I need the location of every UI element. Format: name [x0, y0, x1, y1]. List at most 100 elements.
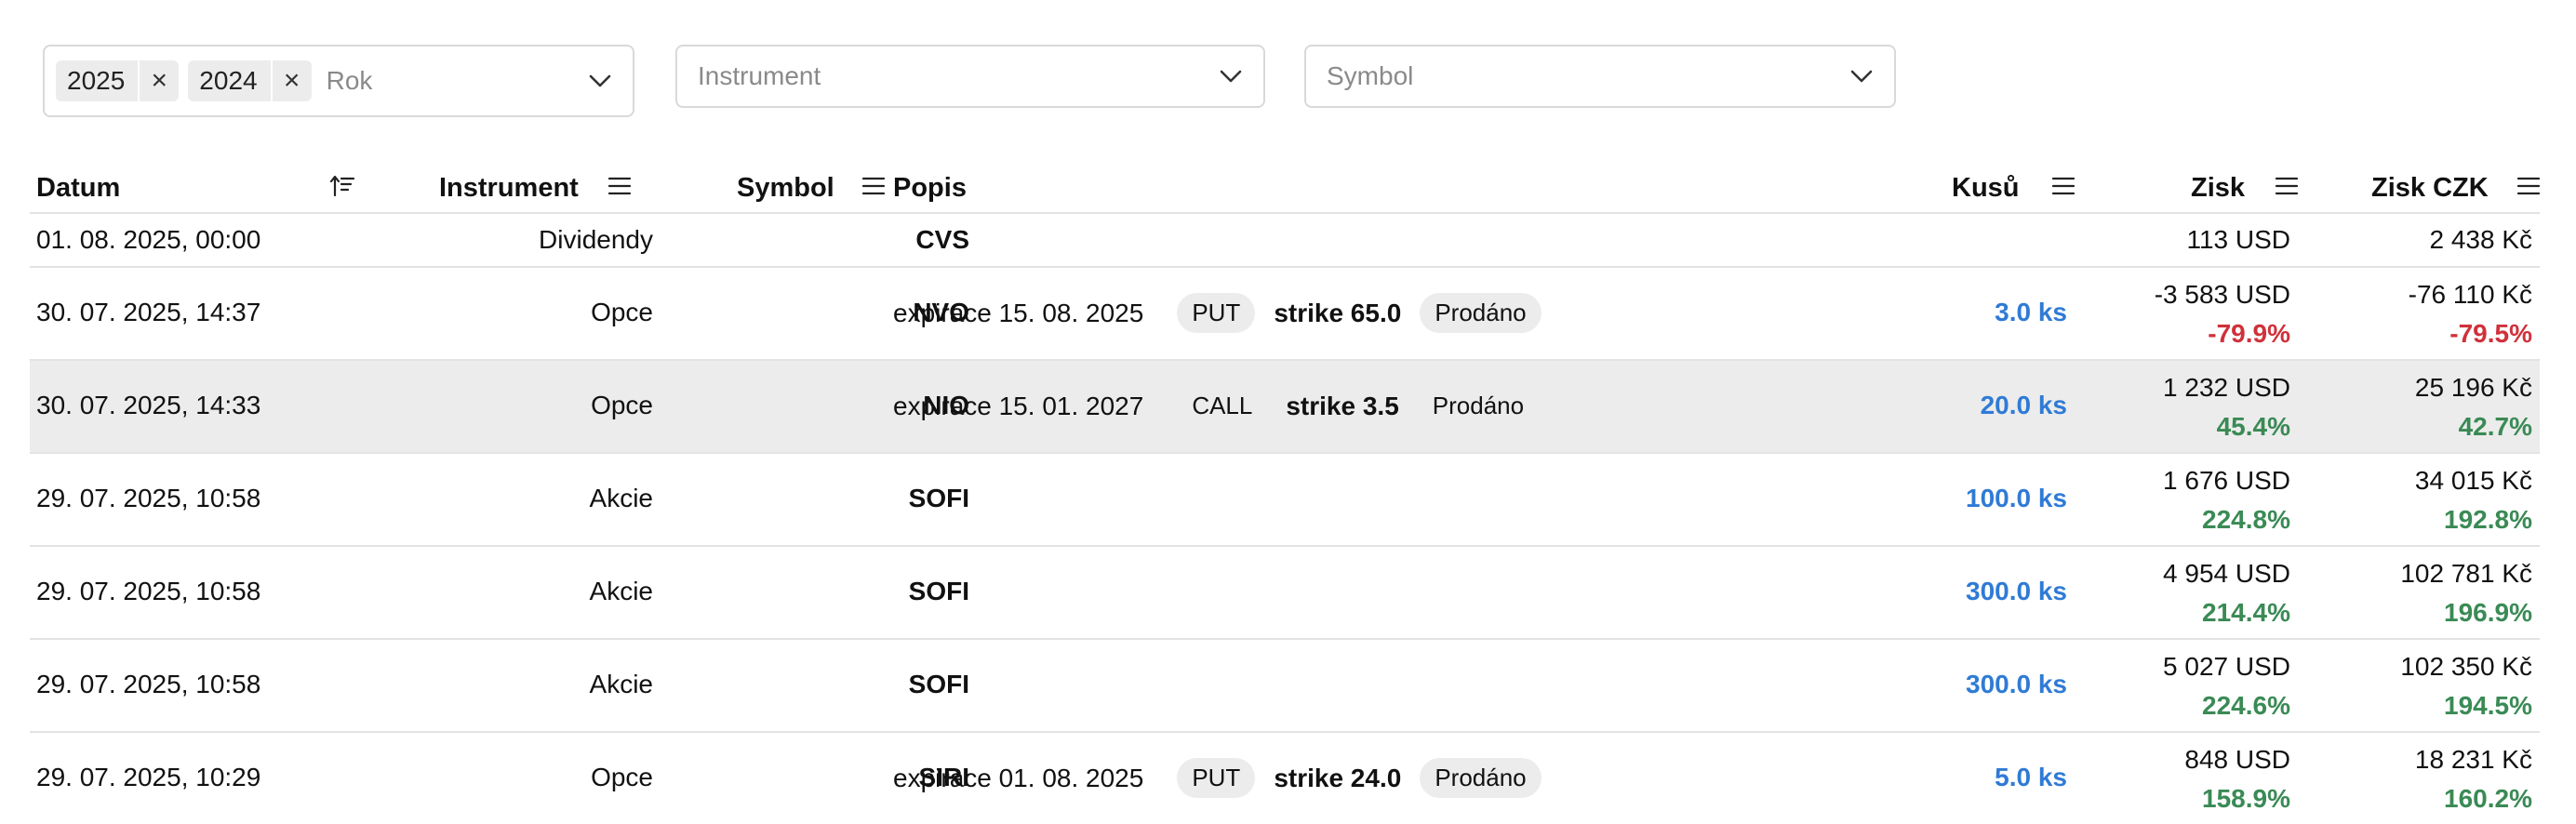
- table-row[interactable]: 30. 07. 2025, 14:33 Opce NIO expirace 15…: [30, 361, 2540, 454]
- cell-popis: expirace 15. 08. 2025 PUT strike 65.0 Pr…: [893, 293, 1560, 333]
- zisk-czk-percent: 160.2%: [2444, 784, 2532, 813]
- zisk-czk-percent: -79.5%: [2449, 319, 2532, 348]
- zisk-czk-percent: 196.9%: [2444, 598, 2532, 627]
- trades-table: Datum Instrument Symbol Popis Kusů Zisk …: [30, 156, 2542, 824]
- zisk-percent: -79.9%: [2208, 319, 2290, 348]
- zisk-czk-value: 34 015 Kč: [2414, 466, 2532, 495]
- cell-datum: 29. 07. 2025, 10:29: [36, 763, 261, 791]
- status-badge: Prodáno: [1420, 758, 1542, 798]
- zisk-percent: 224.6%: [2202, 691, 2290, 720]
- cell-zisk-czk: 25 196 Kč 42.7%: [2415, 368, 2532, 446]
- table-row[interactable]: 29. 07. 2025, 10:29 Opce SIRI expirace 0…: [30, 733, 2540, 824]
- cell-instrument: Akcie: [589, 670, 653, 698]
- year-filter-placeholder[interactable]: Rok: [321, 66, 567, 96]
- status-badge: Prodáno: [1417, 386, 1540, 426]
- zisk-percent: 45.4%: [2216, 412, 2290, 441]
- close-icon[interactable]: ×: [138, 60, 179, 101]
- zisk-value: 5 027 USD: [2163, 652, 2290, 681]
- cell-symbol: CVS: [915, 225, 969, 254]
- table-row[interactable]: 30. 07. 2025, 14:37 Opce NVO expirace 15…: [30, 268, 2540, 361]
- chevron-down-icon[interactable]: [567, 74, 633, 87]
- cell-kusu: 20.0 ks: [1980, 391, 2067, 419]
- cell-instrument: Opce: [591, 391, 653, 419]
- year-filter[interactable]: 2025 × 2024 × Rok: [43, 45, 634, 117]
- cell-zisk: 4 954 USD 214.4%: [2163, 554, 2290, 632]
- cell-zisk: 848 USD 158.9%: [2184, 740, 2290, 818]
- zisk-czk-value: 102 781 Kč: [2400, 559, 2532, 588]
- menu-icon[interactable]: [2050, 175, 2076, 197]
- cell-instrument: Akcie: [589, 484, 653, 512]
- symbol-filter[interactable]: Symbol: [1304, 45, 1896, 108]
- instrument-filter-placeholder[interactable]: Instrument: [698, 61, 1198, 91]
- column-header-symbol[interactable]: Symbol: [737, 173, 834, 204]
- cell-datum: 29. 07. 2025, 10:58: [36, 577, 261, 605]
- cell-instrument: Opce: [591, 298, 653, 326]
- zisk-czk-value: -76 110 Kč: [2408, 280, 2532, 309]
- sort-ascending-icon[interactable]: [329, 175, 355, 197]
- zisk-value: -3 583 USD: [2154, 280, 2290, 309]
- cell-kusu: 5.0 ks: [1995, 763, 2067, 791]
- year-chip-label: 2025: [67, 66, 126, 95]
- column-header-zisk[interactable]: Zisk: [2191, 173, 2245, 204]
- table-row[interactable]: 01. 08. 2025, 00:00 Dividendy CVS 113 US…: [30, 214, 2540, 268]
- cell-zisk-czk: 2 438 Kč: [2429, 225, 2532, 254]
- zisk-value: 848 USD: [2184, 745, 2290, 774]
- column-header-datum[interactable]: Datum: [36, 173, 120, 204]
- option-type-badge: PUT: [1177, 293, 1256, 333]
- option-type-badge: PUT: [1177, 758, 1256, 798]
- cell-kusu: 3.0 ks: [1995, 298, 2067, 326]
- expiration-text: expirace 01. 08. 2025: [893, 763, 1144, 792]
- cell-instrument: Akcie: [589, 577, 653, 605]
- cell-zisk: 1 232 USD 45.4%: [2163, 368, 2290, 446]
- cell-datum: 29. 07. 2025, 10:58: [36, 484, 261, 512]
- cell-zisk-czk: 102 350 Kč 194.5%: [2400, 647, 2532, 725]
- instrument-filter[interactable]: Instrument: [675, 45, 1265, 108]
- cell-kusu: 100.0 ks: [1966, 484, 2067, 512]
- expiration-text: expirace 15. 08. 2025: [893, 298, 1144, 327]
- table-row[interactable]: 29. 07. 2025, 10:58 Akcie SOFI 300.0 ks …: [30, 547, 2540, 640]
- zisk-value: 1 232 USD: [2163, 373, 2290, 402]
- menu-icon[interactable]: [861, 175, 887, 197]
- strike-text: strike 3.5: [1286, 391, 1399, 420]
- cell-datum: 29. 07. 2025, 10:58: [36, 670, 261, 698]
- cell-zisk-czk: -76 110 Kč -79.5%: [2409, 275, 2532, 353]
- table-row[interactable]: 29. 07. 2025, 10:58 Akcie SOFI 300.0 ks …: [30, 640, 2540, 733]
- column-header-popis[interactable]: Popis: [893, 173, 967, 204]
- zisk-percent: 224.8%: [2202, 505, 2290, 534]
- symbol-filter-placeholder[interactable]: Symbol: [1327, 61, 1829, 91]
- cell-kusu: 300.0 ks: [1966, 577, 2067, 605]
- cell-instrument: Opce: [591, 763, 653, 791]
- zisk-value: 1 676 USD: [2163, 466, 2290, 495]
- strike-text: strike 24.0: [1274, 763, 1402, 792]
- cell-datum: 01. 08. 2025, 00:00: [36, 225, 261, 254]
- strike-text: strike 65.0: [1274, 298, 1402, 327]
- status-badge: Prodáno: [1420, 293, 1542, 333]
- zisk-czk-value: 18 231 Kč: [2414, 745, 2532, 774]
- cell-symbol: SOFI: [908, 484, 969, 512]
- option-type-badge: CALL: [1177, 386, 1268, 426]
- column-header-instrument[interactable]: Instrument: [439, 173, 579, 204]
- cell-zisk: 1 676 USD 224.8%: [2163, 461, 2290, 539]
- menu-icon[interactable]: [2516, 175, 2542, 197]
- cell-instrument: Dividendy: [539, 225, 653, 254]
- table-header: Datum Instrument Symbol Popis Kusů Zisk …: [30, 156, 2542, 214]
- year-chip-label: 2024: [199, 66, 258, 95]
- menu-icon[interactable]: [2274, 175, 2300, 197]
- chevron-down-icon[interactable]: [1829, 70, 1894, 83]
- cell-symbol: SOFI: [908, 577, 969, 605]
- close-icon[interactable]: ×: [270, 60, 312, 101]
- zisk-czk-percent: 192.8%: [2444, 505, 2532, 534]
- column-header-kusu[interactable]: Kusů: [1952, 173, 2020, 204]
- table-row[interactable]: 29. 07. 2025, 10:58 Akcie SOFI 100.0 ks …: [30, 454, 2540, 547]
- year-chip: 2025 ×: [56, 60, 180, 101]
- zisk-czk-percent: 194.5%: [2444, 691, 2532, 720]
- chevron-down-icon[interactable]: [1198, 70, 1263, 83]
- zisk-percent: 158.9%: [2202, 784, 2290, 813]
- cell-popis: expirace 01. 08. 2025 PUT strike 24.0 Pr…: [893, 758, 1560, 798]
- zisk-czk-value: 102 350 Kč: [2400, 652, 2532, 681]
- menu-icon[interactable]: [607, 175, 633, 197]
- zisk-czk-value: 25 196 Kč: [2414, 373, 2532, 402]
- cell-popis: expirace 15. 01. 2027 CALL strike 3.5 Pr…: [893, 386, 1557, 426]
- expiration-text: expirace 15. 01. 2027: [893, 391, 1144, 420]
- column-header-zisk-czk[interactable]: Zisk CZK: [2371, 173, 2489, 204]
